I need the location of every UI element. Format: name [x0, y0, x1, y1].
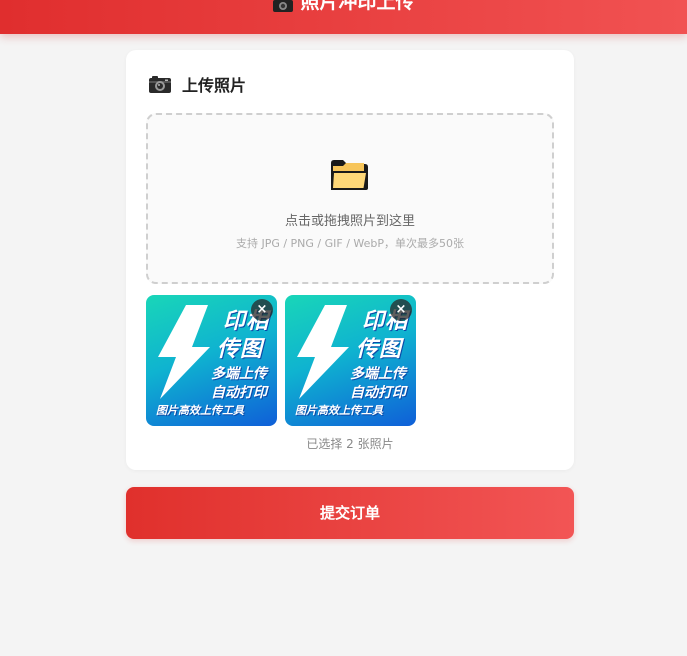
selected-count-text: 已选择 2 张照片: [306, 437, 394, 451]
thumb-text-line: 传图: [216, 337, 263, 362]
upload-dropzone[interactable]: 点击或拖拽照片到这里 支持 JPG / PNG / GIF / WebP，单次最…: [146, 113, 554, 284]
thumb-text-line: 自动打印: [211, 385, 267, 401]
thumb-text-line: 多端上传: [211, 366, 267, 382]
thumb-text-line: 传图: [355, 337, 402, 362]
app-header: 照片冲印上传: [0, 0, 687, 34]
page-title: 照片冲印上传: [300, 0, 415, 13]
thumb-text-line: 自动打印: [350, 385, 406, 401]
folder-icon: [328, 157, 372, 193]
camera-icon: [148, 74, 172, 94]
submit-order-button[interactable]: 提交订单: [126, 487, 574, 539]
camera-icon: [272, 0, 294, 12]
photo-thumbnail[interactable]: 印相 传图 多端上传 自动打印 图片高效上传工具 ×: [146, 295, 277, 426]
remove-photo-button[interactable]: ×: [390, 299, 412, 321]
dropzone-hint-text: 支持 JPG / PNG / GIF / WebP，单次最多50张: [235, 237, 465, 250]
thumb-text-line: 多端上传: [350, 366, 406, 382]
thumb-text-line: 图片高效上传工具: [295, 404, 383, 417]
thumb-text-line: 图片高效上传工具: [156, 404, 244, 417]
header-title-wrap: 照片冲印上传: [0, 0, 687, 16]
card-title-text: 上传照片: [182, 76, 247, 95]
upload-card: 上传照片 点击或拖拽照片到这里 支持 JPG / PNG / GIF / Web…: [126, 50, 574, 470]
dropzone-main-text: 点击或拖拽照片到这里: [284, 214, 415, 229]
photo-thumbnail[interactable]: 印相 传图 多端上传 自动打印 图片高效上传工具 ×: [285, 295, 416, 426]
remove-photo-button[interactable]: ×: [251, 299, 273, 321]
card-title: 上传照片: [148, 72, 246, 96]
